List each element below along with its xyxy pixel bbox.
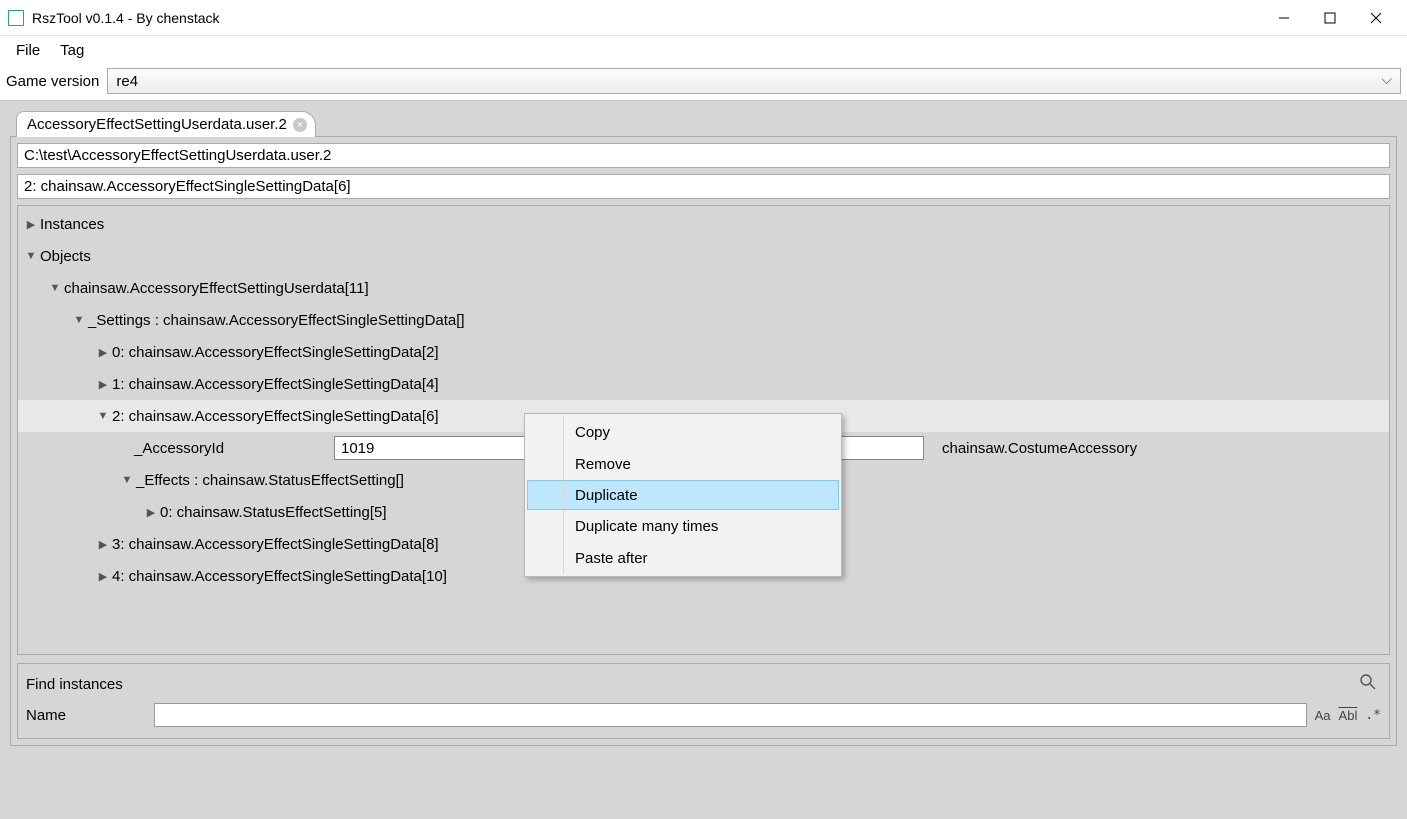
window-controls [1261, 3, 1399, 33]
game-version-value: re4 [116, 73, 138, 90]
caret-right-icon: ▶ [96, 346, 110, 359]
close-button[interactable] [1353, 3, 1399, 33]
toolbar: Game version re4 [0, 64, 1407, 98]
caret-down-icon: ▼ [48, 282, 62, 294]
caret-right-icon: ▶ [144, 506, 158, 519]
caret-right-icon: ▶ [24, 218, 38, 231]
regex-icon[interactable]: .* [1365, 708, 1381, 723]
tree-objects[interactable]: ▼ Objects [18, 240, 1389, 272]
tree-label: Objects [40, 248, 91, 265]
tree-label: 3: chainsaw.AccessoryEffectSingleSetting… [112, 536, 439, 553]
tree-settings[interactable]: ▼ _Settings : chainsaw.AccessoryEffectSi… [18, 304, 1389, 336]
caret-right-icon: ▶ [96, 538, 110, 551]
field-name: _AccessoryId [134, 440, 334, 457]
tree-label: chainsaw.AccessoryEffectSettingUserdata[… [64, 280, 369, 297]
tree-label: 1: chainsaw.AccessoryEffectSingleSetting… [112, 376, 439, 393]
app-icon [8, 10, 24, 26]
tree-label: _Effects : chainsaw.StatusEffectSetting[… [136, 472, 404, 489]
minimize-button[interactable] [1261, 3, 1307, 33]
file-tab[interactable]: AccessoryEffectSettingUserdata.user.2 × [16, 111, 316, 137]
tree-instances[interactable]: ▶ Instances [18, 208, 1389, 240]
ctx-copy[interactable]: Copy [527, 416, 839, 448]
caret-right-icon: ▶ [96, 378, 110, 391]
tree-root[interactable]: ▼ chainsaw.AccessoryEffectSettingUserdat… [18, 272, 1389, 304]
tree-label: _Settings : chainsaw.AccessoryEffectSing… [88, 312, 465, 329]
game-version-label: Game version [6, 73, 99, 90]
match-case-icon[interactable]: Aa [1315, 708, 1331, 723]
caret-right-icon: ▶ [96, 570, 110, 583]
maximize-button[interactable] [1307, 3, 1353, 33]
context-menu: Copy Remove Duplicate Duplicate many tim… [524, 413, 842, 577]
menu-tag[interactable]: Tag [50, 40, 94, 61]
menu-file[interactable]: File [6, 40, 50, 61]
find-name-input[interactable] [154, 703, 1307, 727]
tab-close-icon[interactable]: × [293, 118, 307, 132]
find-name-label: Name [26, 707, 146, 724]
ctx-remove[interactable]: Remove [527, 448, 839, 480]
ctx-duplicate[interactable]: Duplicate [527, 480, 839, 510]
ctx-duplicate-many[interactable]: Duplicate many times [527, 510, 839, 542]
breadcrumb[interactable]: 2: chainsaw.AccessoryEffectSingleSetting… [17, 174, 1390, 199]
maximize-icon [1324, 12, 1336, 24]
tree-label: 0: chainsaw.AccessoryEffectSingleSetting… [112, 344, 439, 361]
file-path[interactable]: C:\test\AccessoryEffectSettingUserdata.u… [17, 143, 1390, 168]
tab-label: AccessoryEffectSettingUserdata.user.2 [27, 116, 287, 133]
tree-label: 2: chainsaw.AccessoryEffectSingleSetting… [112, 408, 439, 425]
menu-bar: File Tag [0, 36, 1407, 64]
tree-view: ▶ Instances ▼ Objects ▼ chainsaw.Accesso… [17, 205, 1390, 655]
window-title: RszTool v0.1.4 - By chenstack [32, 10, 1261, 26]
tree-label: Instances [40, 216, 104, 233]
tree-label: 0: chainsaw.StatusEffectSetting[5] [160, 504, 387, 521]
search-icon[interactable] [1359, 673, 1377, 696]
find-title: Find instances [26, 676, 1359, 693]
minimize-icon [1278, 12, 1290, 24]
field-type: chainsaw.CostumeAccessory [942, 440, 1137, 457]
title-bar: RszTool v0.1.4 - By chenstack [0, 0, 1407, 36]
tree-item-0[interactable]: ▶ 0: chainsaw.AccessoryEffectSingleSetti… [18, 336, 1389, 368]
find-panel: Find instances Name Aa Abl .* [17, 663, 1390, 739]
close-icon [1370, 12, 1382, 24]
caret-down-icon: ▼ [96, 410, 110, 422]
tree-item-1[interactable]: ▶ 1: chainsaw.AccessoryEffectSingleSetti… [18, 368, 1389, 400]
tab-strip: AccessoryEffectSettingUserdata.user.2 × [16, 111, 1397, 137]
tree-label: 4: chainsaw.AccessoryEffectSingleSetting… [112, 568, 447, 585]
editor-panel: C:\test\AccessoryEffectSettingUserdata.u… [10, 136, 1397, 746]
ctx-paste-after[interactable]: Paste after [527, 542, 839, 574]
game-version-select[interactable]: re4 [107, 68, 1401, 94]
caret-down-icon: ▼ [72, 314, 86, 326]
caret-down-icon: ▼ [24, 250, 38, 262]
find-options: Aa Abl .* [1315, 708, 1381, 723]
caret-down-icon: ▼ [120, 474, 134, 486]
whole-word-icon[interactable]: Abl [1339, 708, 1358, 723]
work-area: AccessoryEffectSettingUserdata.user.2 × … [0, 100, 1407, 819]
